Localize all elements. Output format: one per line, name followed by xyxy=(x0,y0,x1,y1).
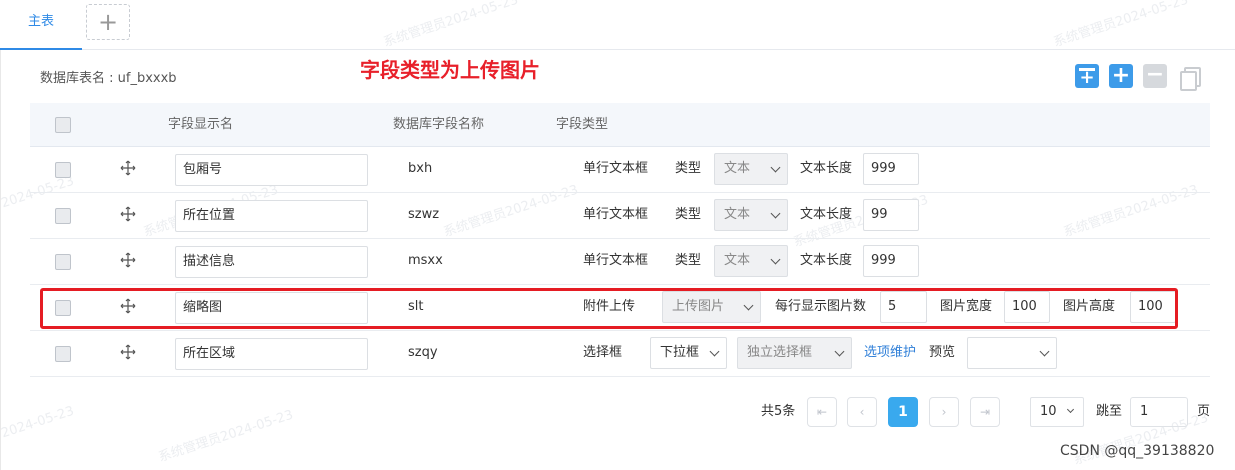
text-length-input[interactable]: 999 xyxy=(863,153,919,185)
field-type-label: 选择框 xyxy=(583,345,623,360)
copy-row-icon[interactable] xyxy=(1177,64,1201,91)
jump-label: 跳至 xyxy=(1096,404,1123,419)
drag-move-icon[interactable] xyxy=(120,160,136,176)
drag-move-icon[interactable] xyxy=(120,252,136,268)
preview-label: 预览 xyxy=(929,345,956,360)
table-row: 所在区域 szqy 选择框 下拉框 独立选择框 选项维护 预览 xyxy=(30,331,1210,377)
chevron-down-icon xyxy=(834,346,845,357)
db-field-name: szqy xyxy=(408,345,438,360)
text-length-label: 文本长度 xyxy=(800,207,853,222)
db-field-name: bxh xyxy=(408,161,433,176)
select-kind-value: 下拉框 xyxy=(660,345,700,360)
chevron-down-icon xyxy=(1066,405,1075,414)
sub-type-label: 类型 xyxy=(675,207,702,222)
page-size-select[interactable]: 10 xyxy=(1030,397,1084,427)
select-mode-dropdown[interactable]: 独立选择框 xyxy=(737,337,852,369)
chevron-down-icon xyxy=(1039,346,1050,357)
display-name-input[interactable]: 所在区域 xyxy=(175,338,368,370)
fields-table: 字段显示名 数据库字段名称 字段类型 包厢号 bxh 单行文本框 类型 文本 文… xyxy=(30,103,1210,377)
drag-move-icon[interactable] xyxy=(120,344,136,360)
tab-main[interactable]: 主表 xyxy=(0,0,82,50)
row-checkbox[interactable] xyxy=(55,346,71,362)
chevron-down-icon xyxy=(770,162,781,173)
drag-move-icon[interactable] xyxy=(120,206,136,222)
preview-select[interactable] xyxy=(967,337,1057,369)
header-field-type: 字段类型 xyxy=(556,117,609,132)
sub-type-select[interactable]: 文本 xyxy=(714,199,788,231)
table-row: 包厢号 bxh 单行文本框 类型 文本 文本长度 999 xyxy=(30,147,1210,193)
field-type-label: 单行文本框 xyxy=(583,253,649,268)
db-table-value: uf_bxxxb xyxy=(117,71,177,86)
prev-page-button[interactable]: ‹ xyxy=(847,397,877,427)
first-page-button[interactable]: ⇤ xyxy=(807,397,837,427)
page-size-value: 10 xyxy=(1040,404,1057,419)
header-display-name: 字段显示名 xyxy=(168,117,234,132)
select-all-checkbox[interactable] xyxy=(55,117,71,133)
sub-type-value: 文本 xyxy=(724,161,751,176)
field-type-label: 单行文本框 xyxy=(583,207,649,222)
select-mode-value: 独立选择框 xyxy=(747,345,813,360)
options-maintain-link[interactable]: 选项维护 xyxy=(864,331,916,375)
csdn-credit: CSDN @qq_39138820 xyxy=(1060,443,1215,459)
page-1-button[interactable]: 1 xyxy=(888,397,918,427)
sub-type-label: 类型 xyxy=(675,253,702,268)
highlight-box xyxy=(40,288,1178,329)
text-length-input[interactable]: 99 xyxy=(863,199,919,231)
row-checkbox[interactable] xyxy=(55,162,71,178)
next-page-button[interactable]: › xyxy=(929,397,959,427)
sub-type-label: 类型 xyxy=(675,161,702,176)
text-length-label: 文本长度 xyxy=(800,161,853,176)
chevron-down-icon xyxy=(709,346,720,357)
sub-type-value: 文本 xyxy=(724,253,751,268)
table-row: 描述信息 msxx 单行文本框 类型 文本 文本长度 999 xyxy=(30,239,1210,285)
jump-page-input[interactable]: 1 xyxy=(1130,397,1188,427)
table-row: 所在位置 szwz 单行文本框 类型 文本 文本长度 99 xyxy=(30,193,1210,239)
table-header: 字段显示名 数据库字段名称 字段类型 xyxy=(30,103,1210,147)
page-unit-label: 页 xyxy=(1197,404,1211,419)
db-field-name: szwz xyxy=(408,207,440,222)
sub-type-value: 文本 xyxy=(724,207,751,222)
remove-row-button[interactable]: − xyxy=(1143,64,1167,88)
db-table-label: 数据库表名 : xyxy=(40,71,118,86)
db-field-name: msxx xyxy=(408,253,443,268)
sub-type-select[interactable]: 文本 xyxy=(714,153,788,185)
insert-row-icon[interactable] xyxy=(1075,64,1099,88)
row-checkbox[interactable] xyxy=(55,208,71,224)
header-db-field: 数据库字段名称 xyxy=(393,117,485,132)
sub-type-select[interactable]: 文本 xyxy=(714,245,788,277)
display-name-input[interactable]: 描述信息 xyxy=(175,246,368,278)
tab-bar: 主表 + xyxy=(0,0,1235,50)
field-type-label: 单行文本框 xyxy=(583,161,649,176)
chevron-down-icon xyxy=(770,254,781,265)
select-kind-dropdown[interactable]: 下拉框 xyxy=(650,337,727,369)
display-name-input[interactable]: 包厢号 xyxy=(175,154,368,186)
pagination: 共5条 ⇤ ‹ 1 › ⇥ 10 跳至 1 页 xyxy=(0,395,1235,429)
total-count: 共5条 xyxy=(761,404,796,419)
text-length-input[interactable]: 999 xyxy=(863,245,919,277)
text-length-label: 文本长度 xyxy=(800,253,853,268)
chevron-down-icon xyxy=(770,208,781,219)
add-tab-button[interactable]: + xyxy=(86,4,130,40)
add-row-button[interactable]: + xyxy=(1109,64,1133,88)
row-checkbox[interactable] xyxy=(55,254,71,270)
annotation-text: 字段类型为上传图片 xyxy=(360,58,540,82)
db-table-name: 数据库表名 : uf_bxxxb xyxy=(40,67,177,86)
display-name-input[interactable]: 所在位置 xyxy=(175,200,368,232)
last-page-button[interactable]: ⇥ xyxy=(970,397,1000,427)
